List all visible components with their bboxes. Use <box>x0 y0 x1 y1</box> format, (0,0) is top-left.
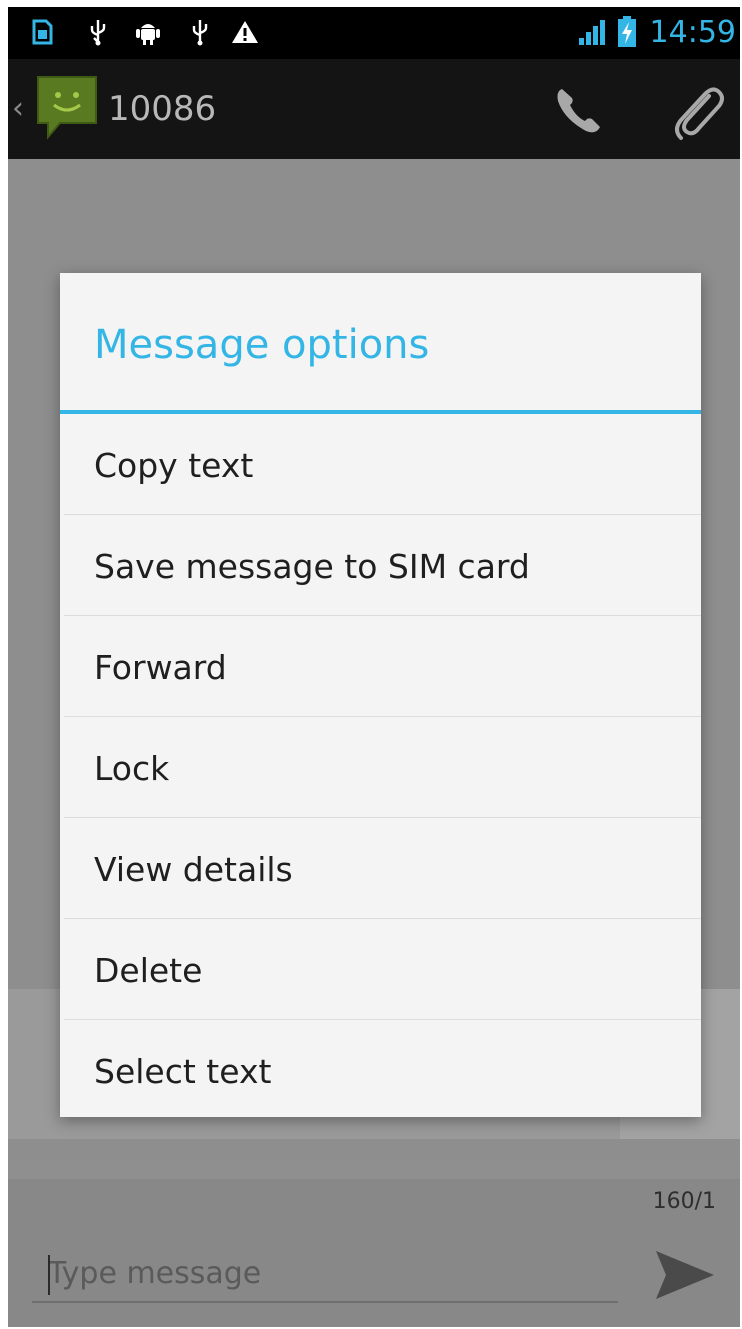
compose-area: 160/1 <box>8 1179 740 1327</box>
option-select-text[interactable]: Select text <box>60 1020 701 1121</box>
action-bar: ‹ 10086 <box>8 59 740 159</box>
option-label: Copy text <box>94 446 254 485</box>
battery-charging-icon <box>616 16 638 47</box>
android-debug-icon <box>134 17 162 47</box>
message-input[interactable] <box>32 1245 618 1303</box>
option-lock[interactable]: Lock <box>60 717 701 818</box>
option-save-to-sim[interactable]: Save message to SIM card <box>60 515 701 616</box>
usb-icon <box>188 17 212 47</box>
phone-icon[interactable] <box>548 81 608 141</box>
signal-icon <box>576 17 608 47</box>
warning-icon <box>230 17 260 47</box>
option-label: View details <box>94 850 293 889</box>
character-counter: 160/1 <box>652 1189 716 1214</box>
dialog-title: Message options <box>94 322 430 368</box>
option-label: Lock <box>94 749 170 788</box>
option-forward[interactable]: Forward <box>60 616 701 717</box>
option-label: Delete <box>94 951 203 990</box>
option-view-details[interactable]: View details <box>60 818 701 919</box>
phone-screen: 14:59 ‹ 10086 160/1 Type message Message… <box>8 7 740 1327</box>
contact-name: 10086 <box>108 89 217 129</box>
status-bar: 14:59 <box>8 7 740 59</box>
option-copy-text[interactable]: Copy text <box>60 414 701 515</box>
option-label: Save message to SIM card <box>94 547 530 586</box>
option-label: Select text <box>94 1052 272 1091</box>
dialog-options-list: Copy text Save message to SIM card Forwa… <box>60 414 701 1121</box>
text-caret <box>48 1255 50 1295</box>
messaging-app-icon[interactable] <box>34 73 100 145</box>
status-time: 14:59 <box>649 15 736 50</box>
send-icon[interactable] <box>652 1247 718 1303</box>
back-chevron-icon[interactable]: ‹ <box>12 89 24 129</box>
option-label: Forward <box>94 648 227 687</box>
option-delete[interactable]: Delete <box>60 919 701 1020</box>
sim-card-icon <box>30 17 54 47</box>
message-options-dialog: Message options Copy text Save message t… <box>60 273 701 1117</box>
usb-icon <box>86 17 110 47</box>
paperclip-icon[interactable] <box>664 81 730 147</box>
